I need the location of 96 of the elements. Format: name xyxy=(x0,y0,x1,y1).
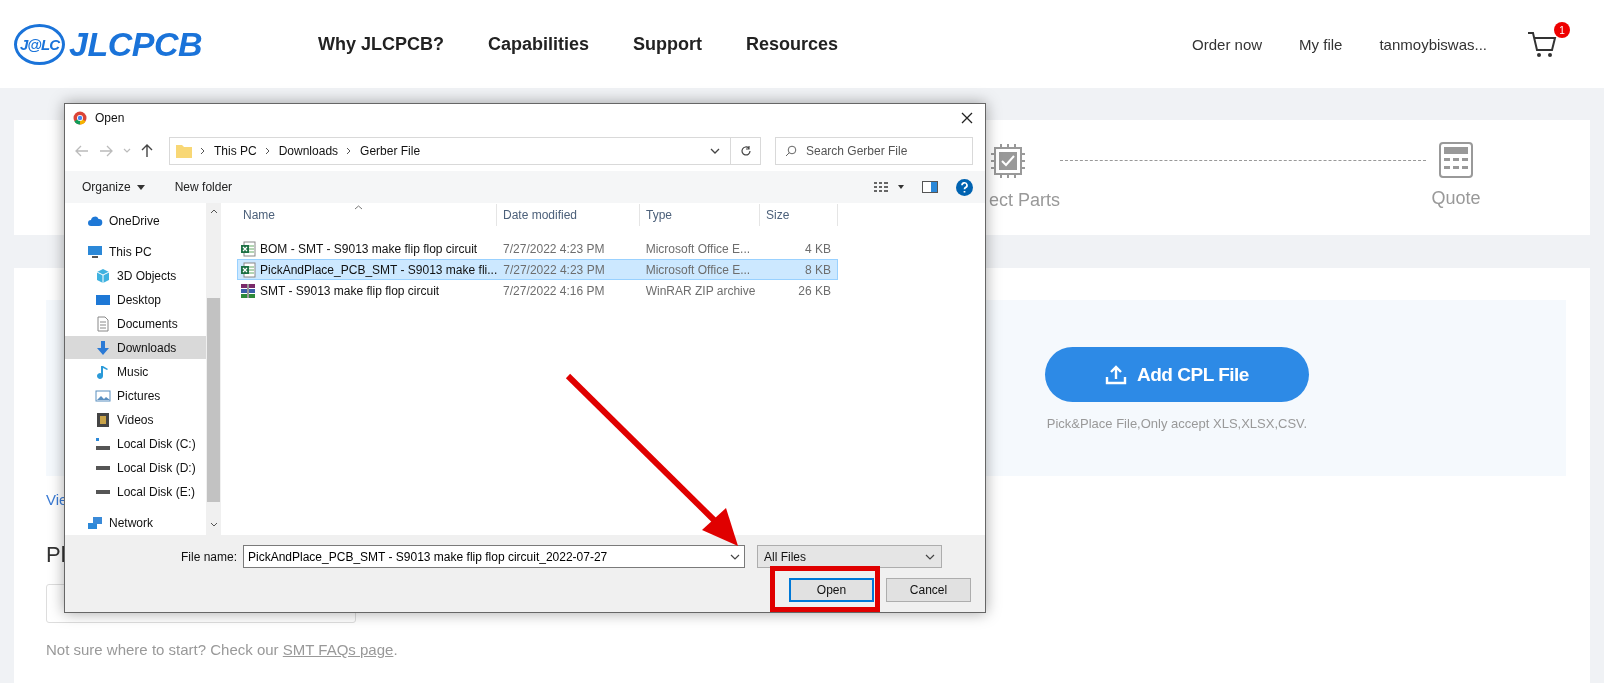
caret-icon[interactable] xyxy=(710,148,720,154)
column-header[interactable]: Name xyxy=(237,204,497,226)
header-link[interactable]: My file xyxy=(1299,35,1343,53)
cube-icon xyxy=(95,267,111,284)
file-row[interactable]: SMT - S9013 make flip flop circuit 7/27/2022 4:16 PM WinRAR ZIP archive 26 KB xyxy=(237,280,838,301)
size-cell-text: 26 KB xyxy=(797,283,832,298)
step-label: Quote xyxy=(1431,188,1481,209)
preview-pane-icon[interactable] xyxy=(922,181,938,193)
file-name-label: File name: xyxy=(179,549,238,564)
type-cell-text: WinRAR ZIP archive xyxy=(644,283,757,298)
nav-pane-item[interactable]: This PC xyxy=(65,240,206,263)
nav-pane-item[interactable]: Local Disk (D:) xyxy=(65,456,206,479)
caret-icon xyxy=(925,553,935,560)
file-name-cell: BOM - SMT - S9013 make flip flop circuit xyxy=(238,240,498,257)
calculator-icon xyxy=(1439,142,1474,178)
date-cell-text: 7/27/2022 4:23 PM xyxy=(502,262,606,277)
section-heading: Pl xyxy=(46,542,66,568)
file-row[interactable]: PickAndPlace_PCB_SMT - S9013 make fli... 7/27/2022 4:23 PM Microsoft Office E... 8 KB xyxy=(237,259,838,280)
refresh-icon xyxy=(739,145,752,157)
file-type-dropdown[interactable]: All Files xyxy=(757,545,942,568)
pictures-icon xyxy=(95,387,111,404)
size-cell-text: 4 KB xyxy=(804,241,832,256)
file-name-cell: SMT - S9013 make flip flop circuit xyxy=(238,282,498,299)
date-cell-text: 7/27/2022 4:16 PM xyxy=(502,283,606,298)
size-cell-text: 8 KB xyxy=(804,262,832,277)
spreadsheet-file-icon xyxy=(240,261,256,278)
system-disk-icon xyxy=(95,435,111,452)
archive-file-icon xyxy=(240,282,256,299)
dialog-button[interactable]: Cancel xyxy=(886,578,971,602)
column-header[interactable]: Date modified xyxy=(497,204,640,226)
dialog-button[interactable]: Open xyxy=(789,578,874,602)
nav-pane-item[interactable]: OneDrive xyxy=(65,209,206,232)
toolbar-button[interactable]: New folder xyxy=(174,180,233,194)
browser-icon xyxy=(73,110,87,125)
download-icon xyxy=(95,339,111,356)
close-icon[interactable] xyxy=(961,111,973,124)
breadcrumb[interactable]: Gerber File xyxy=(360,144,421,158)
file-name-cell: PickAndPlace_PCB_SMT - S9013 make fli... xyxy=(238,261,498,278)
upload-hint: Pick&Place File,Only accept XLS,XLSX,CSV. xyxy=(1046,416,1308,431)
help-icon[interactable] xyxy=(956,178,973,196)
date-cell-text: 7/27/2022 4:23 PM xyxy=(502,241,606,256)
scroll-down-icon[interactable] xyxy=(209,522,218,527)
nav-pane-item[interactable]: Downloads xyxy=(65,336,206,359)
add-cpl-file-button[interactable]: Add CPL File xyxy=(1045,347,1309,402)
nav-pane-item[interactable]: Documents xyxy=(65,312,206,335)
chevron-icon xyxy=(264,147,271,155)
sort-caret-icon xyxy=(354,205,363,210)
header-link[interactable]: Order now xyxy=(1192,35,1263,53)
upload-icon xyxy=(1105,364,1128,385)
caret-icon xyxy=(136,184,145,190)
nav-pane-item[interactable]: Music xyxy=(65,360,206,383)
up-arrow-icon[interactable] xyxy=(141,144,153,158)
toolbar-button[interactable]: Organize xyxy=(82,180,145,194)
nav-pane-item[interactable]: Network xyxy=(65,511,206,534)
type-cell-text: Microsoft Office E... xyxy=(644,262,752,277)
chevron-icon xyxy=(200,147,206,155)
help-text: Not sure where to start? Check our SMT FAQs page. xyxy=(46,641,398,658)
column-header[interactable]: Size xyxy=(760,204,838,226)
nav-pane-item[interactable]: 3D Objects xyxy=(65,264,206,287)
scroll-up-icon[interactable] xyxy=(209,209,218,214)
music-icon xyxy=(95,363,111,380)
file-row[interactable]: BOM - SMT - S9013 make flip flop circuit 7/27/2022 4:23 PM Microsoft Office E... 4 KB xyxy=(237,238,838,259)
nav-link[interactable]: Capabilities xyxy=(488,33,590,55)
nav-link[interactable]: Resources xyxy=(746,33,839,55)
step-label: ect Parts xyxy=(989,190,1061,211)
chip-check-icon xyxy=(989,142,1027,180)
nav-pane-item[interactable]: Desktop xyxy=(65,288,206,311)
nav-link[interactable]: Support xyxy=(633,33,703,55)
scrollbar[interactable] xyxy=(206,203,221,535)
video-icon xyxy=(95,411,111,428)
address-bar[interactable]: This PC Downloads Gerber File xyxy=(169,137,731,165)
header-link[interactable]: tanmoybiswas... xyxy=(1379,35,1487,53)
refresh-button[interactable] xyxy=(731,137,761,165)
nav-pane-item[interactable]: Pictures xyxy=(65,384,206,407)
logo-badge[interactable]: J@LC xyxy=(14,23,65,65)
spreadsheet-file-icon xyxy=(240,240,256,257)
chevron-icon xyxy=(346,147,353,155)
nav-link[interactable]: Why JLCPCB? xyxy=(318,33,444,55)
document-icon xyxy=(95,315,111,332)
folder-icon xyxy=(176,144,192,158)
caret-icon[interactable] xyxy=(730,553,740,560)
view-options-icon[interactable] xyxy=(874,181,904,193)
nav-pane-item[interactable]: Local Disk (C:) xyxy=(65,432,206,455)
dialog-title: Open xyxy=(95,110,125,125)
nav-pane-item[interactable]: Videos xyxy=(65,408,206,431)
search-field[interactable]: Search Gerber File xyxy=(775,137,973,165)
breadcrumb[interactable]: Downloads xyxy=(278,144,339,158)
network-icon xyxy=(87,514,103,531)
breadcrumb[interactable]: This PC xyxy=(214,144,257,158)
logo[interactable]: JLCPCB xyxy=(68,24,202,64)
pc-icon xyxy=(87,243,103,260)
cart-count-badge: 1 xyxy=(1554,22,1570,38)
column-header[interactable]: Type xyxy=(640,204,760,226)
file-name-field[interactable]: PickAndPlace_PCB_SMT - S9013 make flip flop circuit_2022-07-27 xyxy=(243,545,745,568)
nav-pane-item[interactable]: Local Disk (E:) xyxy=(65,480,206,503)
type-cell-text: Microsoft Office E... xyxy=(644,241,752,256)
